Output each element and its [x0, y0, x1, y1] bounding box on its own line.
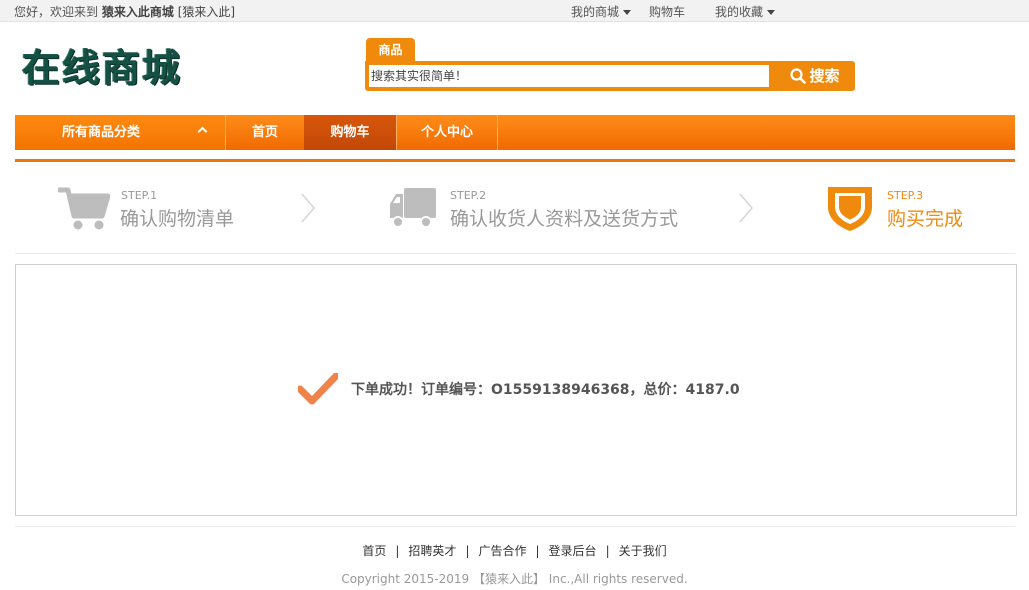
chevron-down-icon — [767, 10, 776, 15]
footer-link-advertising[interactable]: 广告合作 — [478, 544, 526, 558]
chevron-down-icon — [623, 10, 632, 15]
nav-item-home[interactable]: 首页 — [226, 115, 304, 150]
footer-link-home[interactable]: 首页 — [362, 544, 386, 558]
nav-item-user-center[interactable]: 个人中心 — [397, 115, 497, 150]
step-1-label: 确认购物清单 — [120, 208, 235, 230]
search-tab-products[interactable]: 商品 — [366, 38, 415, 62]
footer-separator: | — [605, 544, 610, 558]
footer-separator: | — [395, 544, 400, 558]
checkmark-icon — [298, 373, 338, 405]
footer-link-admin-login[interactable]: 登录后台 — [549, 544, 597, 558]
shop-name: 猿来入此商城 — [101, 5, 174, 19]
top-bar: 您好，欢迎来到 猿来入此商城 [猿来入此] 我的商城 购物车 我的收藏 — [0, 0, 1029, 22]
nav-divider — [497, 115, 498, 150]
order-result-panel: 下单成功！订单编号：O1559138946368，总价：4187.0 — [15, 264, 1017, 516]
order-success-message: 下单成功！订单编号：O1559138946368，总价：4187.0 — [351, 382, 740, 398]
search-input[interactable] — [369, 65, 769, 87]
step-2-number: STEP.2 — [450, 189, 487, 202]
footer-separator: | — [535, 544, 540, 558]
main-nav: 所有商品分类 首页 购物车 个人中心 — [15, 115, 1015, 150]
cart-icon — [58, 187, 110, 230]
copyright-text: Copyright 2015-2019 【猿来入此】 Inc.,All righ… — [341, 572, 688, 586]
search-icon — [790, 68, 807, 84]
steps-divider — [15, 253, 1015, 254]
cart-link[interactable]: 购物车 — [649, 3, 685, 20]
step-3-label: 购买完成 — [887, 208, 964, 230]
chevron-right-icon — [301, 193, 315, 223]
my-mall-label: 我的商城 — [571, 5, 620, 19]
nav-underline — [15, 159, 1015, 162]
footer-link-about-us[interactable]: 关于我们 — [619, 544, 667, 558]
search-bar: 搜索 — [365, 61, 855, 91]
welcome-text: 您好，欢迎来到 猿来入此商城 [猿来入此] — [14, 3, 235, 20]
chevron-up-icon — [197, 126, 208, 137]
my-favorites-label: 我的收藏 — [715, 5, 764, 19]
footer-divider — [15, 526, 1015, 527]
shield-icon — [828, 187, 872, 231]
step-3-number: STEP.3 — [887, 189, 924, 202]
step-2-label: 确认收货人资料及送货方式 — [450, 208, 679, 230]
search-button[interactable]: 搜索 — [777, 63, 853, 89]
footer-links: 首页 | 招聘英才 | 广告合作 | 登录后台 | 关于我们 — [0, 542, 1029, 559]
step-1-number: STEP.1 — [121, 189, 158, 202]
my-favorites-menu[interactable]: 我的收藏 — [715, 3, 776, 20]
site-logo[interactable]: 在线商城 — [22, 44, 182, 92]
user-name-link[interactable]: [猿来入此] — [178, 5, 235, 19]
chevron-right-icon — [739, 193, 753, 223]
all-categories-menu[interactable]: 所有商品分类 — [15, 115, 225, 150]
search-button-label: 搜索 — [809, 67, 840, 85]
my-mall-menu[interactable]: 我的商城 — [571, 3, 632, 20]
footer-separator: | — [465, 544, 470, 558]
welcome-prefix: 您好，欢迎来到 — [14, 5, 99, 19]
all-categories-label: 所有商品分类 — [62, 125, 141, 140]
footer-link-careers[interactable]: 招聘英才 — [408, 544, 456, 558]
nav-item-cart[interactable]: 购物车 — [304, 115, 396, 150]
truck-icon — [390, 188, 436, 228]
